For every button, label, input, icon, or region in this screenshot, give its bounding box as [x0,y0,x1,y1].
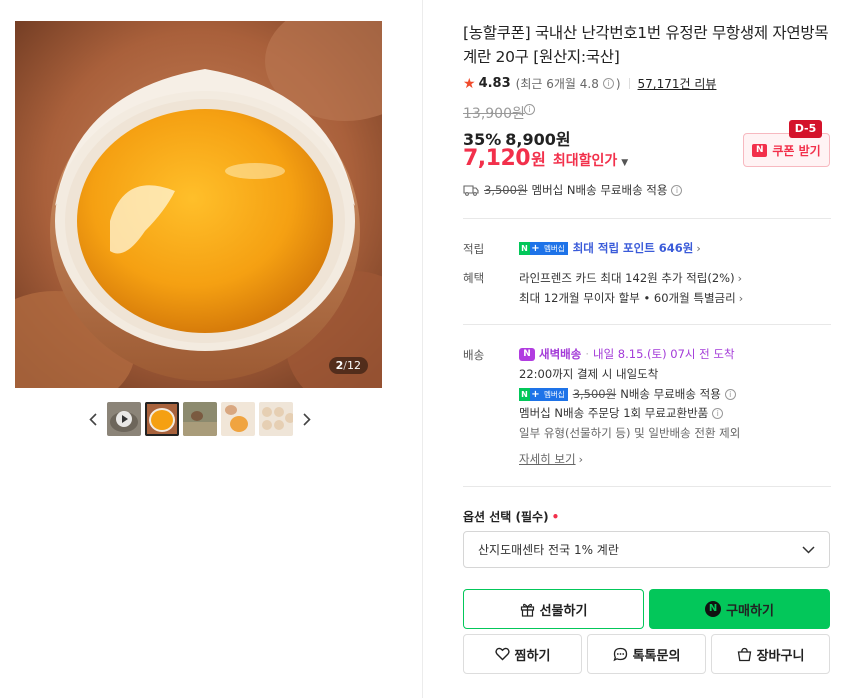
delivery-label: 배송 [463,348,485,362]
price-info-icon[interactable]: i [524,104,535,115]
recent-rating-close: ) [615,76,621,91]
chevron-right-icon: › [578,452,583,466]
dawn-delivery-row: N 새벽배송 · 내일 8.15.(토) 07시 전 도착 [519,346,735,362]
rating-row: ★ 4.83 (최근 6개월 4.8 i ) 57,171건 리뷰 [463,75,716,92]
delivery-exception: 일부 유형(선물하기 등) 및 일반배송 전환 제외 [519,426,741,440]
wish-button[interactable]: 찜하기 [463,634,582,674]
wish-label: 찜하기 [514,648,551,664]
chevron-down-icon: ▼ [621,158,629,168]
shipping-text: 멤버십 N배송 무료배송 적용 [531,183,668,197]
review-count-link[interactable]: 57,171건 리뷰 [638,75,717,92]
original-price: 13,900원 [463,106,525,122]
nship-text: N배송 무료배송 적용 [620,387,721,401]
return-row: 멤버십 N배송 주문당 1회 무료교환반품 i [519,405,724,421]
info-icon[interactable]: i [602,78,614,89]
return-text: 멤버십 N배송 주문당 1회 무료교환반품 [519,406,709,420]
nship-row: N + 멤버십 3,500원 N배송 무료배송 적용 i [519,386,736,402]
perk-card[interactable]: 라인프렌즈 카드 최대 142원 추가 적립(2%) › [519,270,742,286]
info-icon[interactable]: i [712,407,724,419]
chat-bubble-icon [612,647,627,661]
shipping-row: 3,500원 멤버십 N배송 무료배송 적용 i [463,182,683,198]
detail-link-text: 자세히 보기 [519,452,576,466]
star-icon: ★ [463,75,476,92]
divider [463,218,831,219]
delivery-cutoff: 22:00까지 결제 시 내일도착 [519,367,659,381]
nplus-membership-badge: N + 멤버십 [519,241,568,255]
gift-icon [520,603,534,617]
option-selected-value: 산지도매센타 전국 1% 계란 [478,543,619,557]
nplus-membership-badge: N + 멤버십 [519,387,568,401]
egg-photo [15,21,382,388]
cart-button[interactable]: 장바구니 [711,634,830,674]
product-title: [농할쿠폰] 국내산 난각번호1번 유정란 무항생제 자연방목 계란 20구 [… [463,24,829,66]
thumbnail-image [259,402,293,436]
option-label: 옵션 선택 (필수) • [463,510,560,524]
coupon-label: 쿠폰 받기 [772,143,821,158]
shipping-fee-original: 3,500원 [484,183,528,197]
thumbnail[interactable] [183,402,217,436]
thumbnail-image [183,402,217,436]
nship-fee-original: 3,500원 [572,387,617,401]
divider [628,78,630,89]
chevron-right-icon: › [696,241,701,255]
recent-rating: (최근 6개월 4.8 [515,77,599,91]
required-mark: • [551,510,560,524]
shopping-bag-icon [737,647,751,661]
truck-icon [463,185,479,196]
info-icon[interactable]: i [724,388,736,400]
divider [463,324,831,325]
talktalk-label: 톡톡문의 [632,648,681,664]
column-divider [422,0,423,698]
cart-label: 장바구니 [756,648,805,664]
points-text: 최대 적립 포인트 646원 [572,241,694,255]
perks-label: 혜택 [463,271,485,285]
main-product-image[interactable]: 2/12 [15,21,382,388]
image-counter: 2/12 [328,357,368,374]
delivery-detail-link[interactable]: 자세히 보기 › [519,451,583,467]
perk-installment-text: 최대 12개월 무이자 할부 • 60개월 특별금리 [519,291,736,305]
thumbnail-strip [84,401,316,437]
thumbnail[interactable] [221,402,255,436]
max-discount-unit: 원 [531,150,546,169]
play-icon [116,411,132,427]
buy-button[interactable]: N 구매하기 [649,589,830,629]
thumbnail-video[interactable] [107,402,141,436]
chevron-left-icon [89,412,97,426]
chevron-right-icon [303,412,311,426]
divider [463,486,831,487]
next-image-button[interactable] [298,402,316,436]
gift-label: 선물하기 [539,603,588,619]
max-discount-row[interactable]: 7,120 원 최대할인가 ▼ [463,146,628,171]
coupon-dday-badge: D-5 [789,120,822,138]
dawn-delivery-label: 새벽배송 [539,347,582,361]
rating-score: 4.83 [478,76,511,91]
points-label: 적립 [463,242,485,256]
naver-n-icon: N [752,143,768,157]
max-discount-price: 7,120 [463,146,531,171]
dot-separator: · [585,347,589,361]
dawn-delivery-eta: 내일 8.15.(토) 07시 전 도착 [592,347,735,361]
gift-button[interactable]: 선물하기 [463,589,644,629]
chevron-right-icon: › [737,271,742,285]
chevron-right-icon: › [738,291,744,305]
prev-image-button[interactable] [84,402,102,436]
chevron-down-icon [802,545,815,554]
naver-pay-icon: N [705,601,722,617]
points-row[interactable]: N + 멤버십 최대 적립 포인트 646원 › [519,240,701,256]
thumbnail-selected[interactable] [145,402,179,436]
thumbnail-image [145,402,179,436]
info-icon[interactable]: i [671,184,683,196]
buy-label: 구매하기 [726,603,774,619]
product-gallery: 2/12 [0,0,422,698]
max-discount-label: 최대할인가 [552,153,618,169]
perk-card-text: 라인프렌즈 카드 최대 142원 추가 적립(2%) [519,271,735,285]
coupon-button[interactable]: N 쿠폰 받기 [743,133,830,167]
talktalk-button[interactable]: 톡톡문의 [587,634,706,674]
option-select[interactable]: 산지도매센타 전국 1% 계란 [463,531,830,568]
thumbnail-image [221,402,255,436]
dawn-delivery-icon: N [519,347,535,361]
perk-installment[interactable]: 최대 12개월 무이자 할부 • 60개월 특별금리 › [519,290,743,306]
heart-icon [494,647,510,661]
thumbnail[interactable] [259,402,293,436]
